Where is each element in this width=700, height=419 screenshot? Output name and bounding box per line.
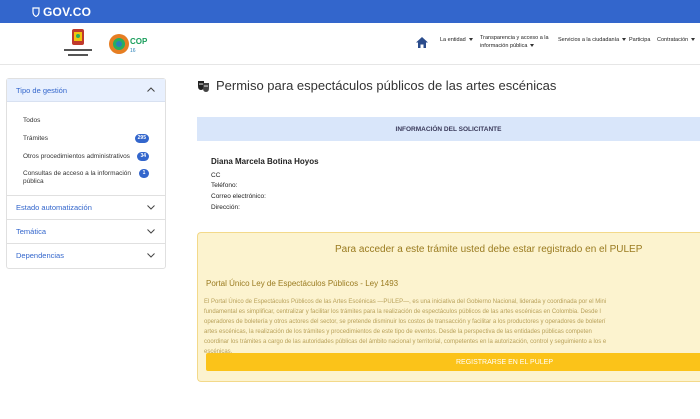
page-title: Permiso para espectáculos públicos de la… [216, 78, 557, 93]
chevron-down-icon [468, 38, 473, 42]
filter-item-label: Otros procedimientos administrativos [23, 153, 130, 160]
alert-line: coordinar los trámites a cargo de las au… [204, 339, 607, 345]
nav-participa[interactable]: Participa [629, 36, 650, 44]
alert-description: El Portal Único de Espectáculos Públicos… [204, 297, 700, 357]
svg-text:16: 16 [130, 48, 136, 54]
nav-label: La entidad [440, 37, 466, 43]
count-badge: 295 [134, 134, 149, 143]
count-badge: 34 [137, 152, 149, 161]
filter-item-label: Todos [23, 117, 41, 124]
filter-header-label: Tipo de gestión [16, 85, 68, 95]
filter-tipo-gestion-header[interactable]: Tipo de gestión [7, 79, 165, 102]
pulep-alert: Para acceder a este trámite usted debe e… [197, 232, 700, 382]
count-badge: 1 [139, 169, 149, 178]
nav-contratacion[interactable]: Contratación [657, 36, 696, 44]
chevron-down-icon [530, 44, 535, 48]
alcaldia-cali-logo[interactable] [60, 27, 96, 61]
filter-dependencias[interactable]: Dependencias [7, 243, 165, 267]
filter-sidebar: Tipo de gestión Todos Trámites 295 Otros… [6, 78, 166, 269]
site-header: COP 16 La entidad Transparencia y acceso… [0, 23, 700, 65]
chevron-down-icon [147, 229, 155, 234]
shield-icon [32, 6, 40, 17]
applicant-doc-type: CC [211, 172, 221, 179]
filter-item-otros[interactable]: Otros procedimientos administrativos 34 [7, 148, 165, 166]
nav-servicios[interactable]: Servicios a la ciudadanía [558, 36, 627, 44]
nav-label: Servicios a la ciudadanía [558, 37, 620, 43]
filter-item-label: Consultas de acceso a la información púb… [23, 170, 132, 185]
alert-subtitle: Portal Único Ley de Espectáculos Público… [206, 279, 399, 288]
nav-transparencia[interactable]: Transparencia y acceso a la información … [480, 34, 550, 50]
alert-line: operadores de boletería y otros actores … [204, 319, 606, 325]
filter-item-todos[interactable]: Todos [7, 112, 165, 130]
filter-tematica[interactable]: Temática [7, 219, 165, 243]
nav-label: Contratación [657, 37, 689, 43]
applicant-email-label: Correo electrónico: [211, 193, 266, 200]
applicant-address-label: Dirección: [211, 204, 240, 211]
theater-masks-icon [198, 81, 209, 92]
cop16-logo[interactable]: COP 16 [108, 30, 152, 58]
svg-text:COP: COP [130, 37, 148, 46]
chevron-down-icon [691, 38, 696, 42]
alert-line: El Portal Único de Espectáculos Públicos… [204, 299, 607, 305]
chevron-down-icon [147, 253, 155, 258]
filter-item-label: Trámites [23, 135, 49, 142]
applicant-phone-label: Teléfono: [211, 182, 238, 189]
filter-item-consultas[interactable]: Consultas de acceso a la información púb… [7, 166, 165, 191]
filter-item-tramites[interactable]: Trámites 295 [7, 130, 165, 148]
gov-bar: GOV.CO [0, 0, 700, 23]
filter-section-label: Dependencias [16, 251, 64, 260]
nav-la-entidad[interactable]: La entidad [440, 36, 473, 44]
nav-label: Participa [629, 37, 651, 43]
home-icon[interactable] [416, 37, 428, 48]
chevron-up-icon [147, 87, 155, 92]
filter-estado-automatizacion[interactable]: Estado automatización [7, 195, 165, 219]
alert-title: Para acceder a este trámite usted debe e… [335, 244, 643, 255]
chevron-down-icon [622, 38, 627, 42]
alert-line: fundamental es simplificar, centralizar … [204, 309, 601, 315]
alert-line: artes escénicas, la realización de los t… [204, 329, 592, 335]
gov-brand[interactable]: GOV.CO [43, 5, 91, 19]
applicant-info-header: INFORMACIÓN DEL SOLICITANTE [197, 117, 700, 141]
filter-section-label: Temática [16, 227, 47, 236]
nav-label: Transparencia y acceso a la información … [480, 35, 549, 49]
applicant-name: Diana Marcela Botina Hoyos [211, 157, 319, 166]
register-pulep-button[interactable]: REGISTRARSE EN EL PULEP [206, 353, 700, 371]
chevron-down-icon [147, 205, 155, 210]
filter-section-label: Estado automatización [16, 203, 92, 212]
filter-list: Todos Trámites 295 Otros procedimientos … [7, 102, 165, 195]
